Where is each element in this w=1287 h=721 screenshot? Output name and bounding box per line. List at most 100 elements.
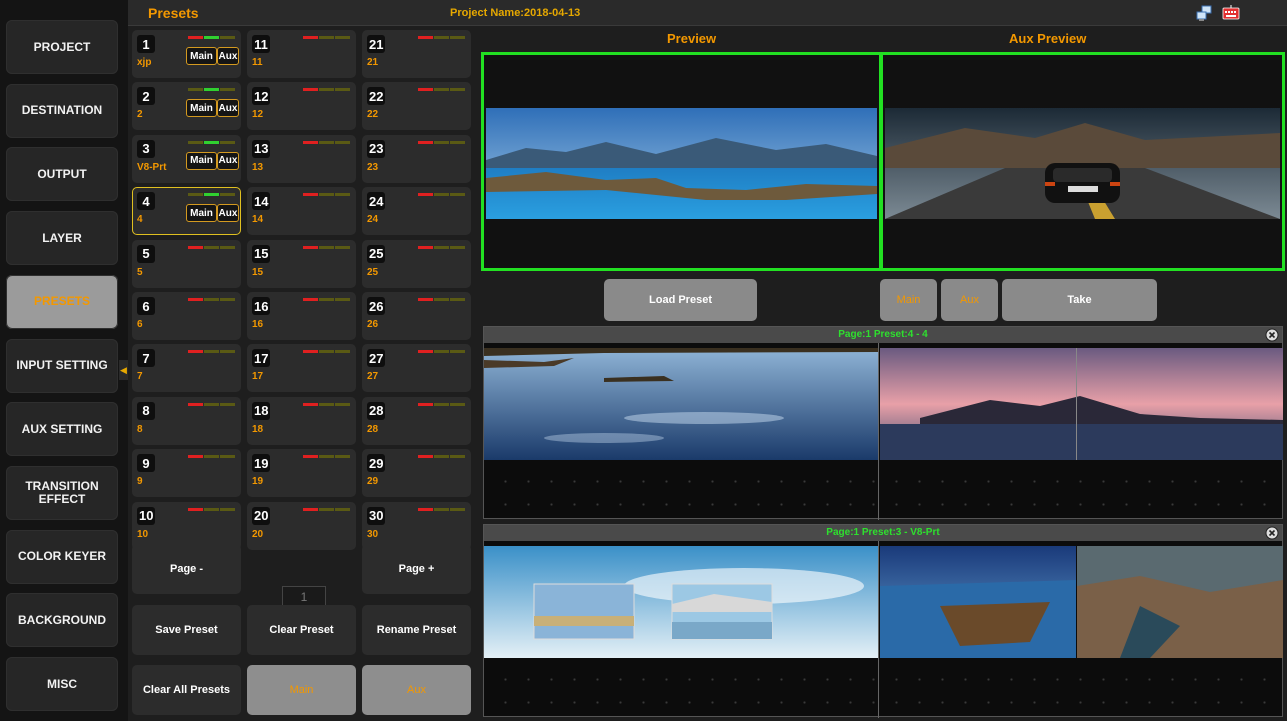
- preset-name: xjp: [137, 57, 152, 68]
- aux-preview-window[interactable]: [880, 52, 1285, 271]
- close-icon[interactable]: [1265, 328, 1279, 342]
- keyboard-icon[interactable]: [1222, 5, 1240, 20]
- preset-tile[interactable]: 24 24: [362, 187, 471, 236]
- sidebar-item-layer[interactable]: LAYER: [6, 211, 118, 266]
- preset-tile[interactable]: 19 19: [247, 449, 356, 498]
- sidebar-item-output[interactable]: OUTPUT: [6, 147, 118, 202]
- preset-number: 5: [137, 244, 155, 263]
- aux-toggle-button[interactable]: Aux: [362, 665, 471, 715]
- network-icon[interactable]: [1196, 5, 1212, 21]
- take-button[interactable]: Take: [1002, 279, 1157, 321]
- sidebar-item-aux-setting[interactable]: AUX SETTING: [6, 402, 118, 457]
- status-led: [188, 193, 203, 197]
- main-select-button[interactable]: Main: [880, 279, 937, 321]
- sidebar-item-misc[interactable]: MISC: [6, 657, 118, 711]
- status-led: [434, 455, 449, 459]
- status-led: [434, 245, 449, 249]
- preset-tile[interactable]: 23 23: [362, 134, 471, 183]
- preset-tile[interactable]: 28 28: [362, 396, 471, 445]
- clear-all-presets-button[interactable]: Clear All Presets: [132, 665, 241, 715]
- preset-tile[interactable]: 14 14: [247, 187, 356, 236]
- sidebar-item-destination[interactable]: DESTINATION: [6, 83, 118, 138]
- preset-tile[interactable]: 99: [132, 449, 241, 498]
- sidebar-item-color-keyer[interactable]: COLOR KEYER: [6, 529, 118, 584]
- preset-tile[interactable]: 66: [132, 292, 241, 340]
- preset-tile[interactable]: 21 21: [362, 30, 471, 78]
- sidebar-item-presets[interactable]: PRESETS: [6, 274, 118, 329]
- preset-tile[interactable]: 77: [132, 344, 241, 393]
- preset-tile[interactable]: 18 18: [247, 396, 356, 445]
- status-leds: [418, 507, 465, 511]
- main-toggle-button[interactable]: Main: [247, 665, 356, 715]
- status-led: [418, 507, 433, 511]
- status-led: [335, 193, 350, 197]
- status-led: [335, 36, 350, 39]
- aux-select-button[interactable]: Aux: [941, 279, 998, 321]
- preset-tile[interactable]: 13 13: [247, 134, 356, 183]
- preset-tile[interactable]: 12 12: [247, 82, 356, 131]
- preset-tile[interactable]: 4 4 Main Aux: [132, 187, 241, 236]
- collapse-sidebar-icon[interactable]: ◀: [119, 360, 128, 380]
- preset-tile[interactable]: 15 15: [247, 239, 356, 288]
- rename-preset-button[interactable]: Rename Preset: [362, 605, 471, 655]
- sidebar-item-background[interactable]: BACKGROUND: [6, 593, 118, 648]
- preset-tile[interactable]: 29 29: [362, 449, 471, 498]
- close-icon[interactable]: [1265, 526, 1279, 540]
- card2-main-image: [484, 546, 878, 658]
- preview-window[interactable]: [481, 52, 882, 271]
- preset-aux-tag: Aux: [217, 99, 239, 118]
- preset-tile[interactable]: 11 11: [247, 30, 356, 78]
- page-plus-button[interactable]: Page +: [362, 544, 471, 594]
- preset-tile[interactable]: 17 17: [247, 344, 356, 393]
- preset-tile[interactable]: 55: [132, 239, 241, 288]
- status-led: [188, 36, 203, 39]
- preset-aux-tag: Aux: [217, 151, 239, 170]
- preset-tile[interactable]: 20 20: [247, 501, 356, 550]
- status-led: [418, 298, 433, 301]
- status-led: [335, 350, 350, 354]
- status-led: [335, 88, 350, 92]
- preset-number: 4: [137, 192, 155, 211]
- status-leds: [303, 88, 350, 92]
- preset-name: 17: [252, 371, 264, 383]
- status-leds: [418, 298, 465, 301]
- status-leds: [303, 455, 350, 459]
- preset-tile[interactable]: 16 16: [247, 292, 356, 340]
- status-led: [450, 193, 465, 197]
- preset-number: 2: [137, 87, 155, 106]
- status-led: [220, 298, 235, 301]
- status-led: [434, 140, 449, 144]
- preset-tile[interactable]: 30 30: [362, 501, 471, 550]
- preset-tile[interactable]: 26 26: [362, 292, 471, 340]
- preset-tile[interactable]: 88: [132, 396, 241, 445]
- preset-tile[interactable]: 22 22: [362, 82, 471, 131]
- preset-card-1[interactable]: Page:1 Preset:4 - 4: [483, 326, 1283, 520]
- load-preset-button[interactable]: Load Preset: [604, 279, 757, 321]
- preset-tile[interactable]: 3 V8-Prt Main Aux: [132, 134, 241, 183]
- status-leds: [418, 350, 465, 354]
- preset-tile[interactable]: 2 2 Main Aux: [132, 82, 241, 131]
- preset-tile[interactable]: 25 25: [362, 239, 471, 288]
- preset-tile[interactable]: 27 27: [362, 344, 471, 393]
- status-led: [319, 36, 334, 39]
- sidebar-item-transition-effect[interactable]: TRANSITION EFFECT: [6, 465, 118, 520]
- save-preset-button[interactable]: Save Preset: [132, 605, 241, 655]
- status-led: [450, 298, 465, 301]
- status-led: [303, 298, 318, 301]
- page-minus-button[interactable]: Page -: [132, 544, 241, 594]
- clear-preset-button[interactable]: Clear Preset: [247, 605, 356, 655]
- status-led: [335, 245, 350, 249]
- status-leds: [188, 245, 235, 249]
- project-name: Project Name:2018-04-13: [450, 7, 581, 19]
- status-led: [418, 36, 433, 39]
- status-led: [303, 455, 318, 459]
- preset-tile[interactable]: 10 10: [132, 501, 241, 550]
- status-led: [303, 140, 318, 144]
- card1-main-image: [484, 348, 878, 460]
- status-led: [450, 455, 465, 459]
- preset-card-2[interactable]: Page:1 Preset:3 - V8-Prt: [483, 524, 1283, 718]
- status-leds: [188, 298, 235, 301]
- preset-tile[interactable]: 1 xjp Main Aux: [132, 30, 241, 78]
- sidebar-item-project[interactable]: PROJECT: [6, 20, 118, 74]
- sidebar-item-input-setting[interactable]: INPUT SETTING: [6, 338, 118, 393]
